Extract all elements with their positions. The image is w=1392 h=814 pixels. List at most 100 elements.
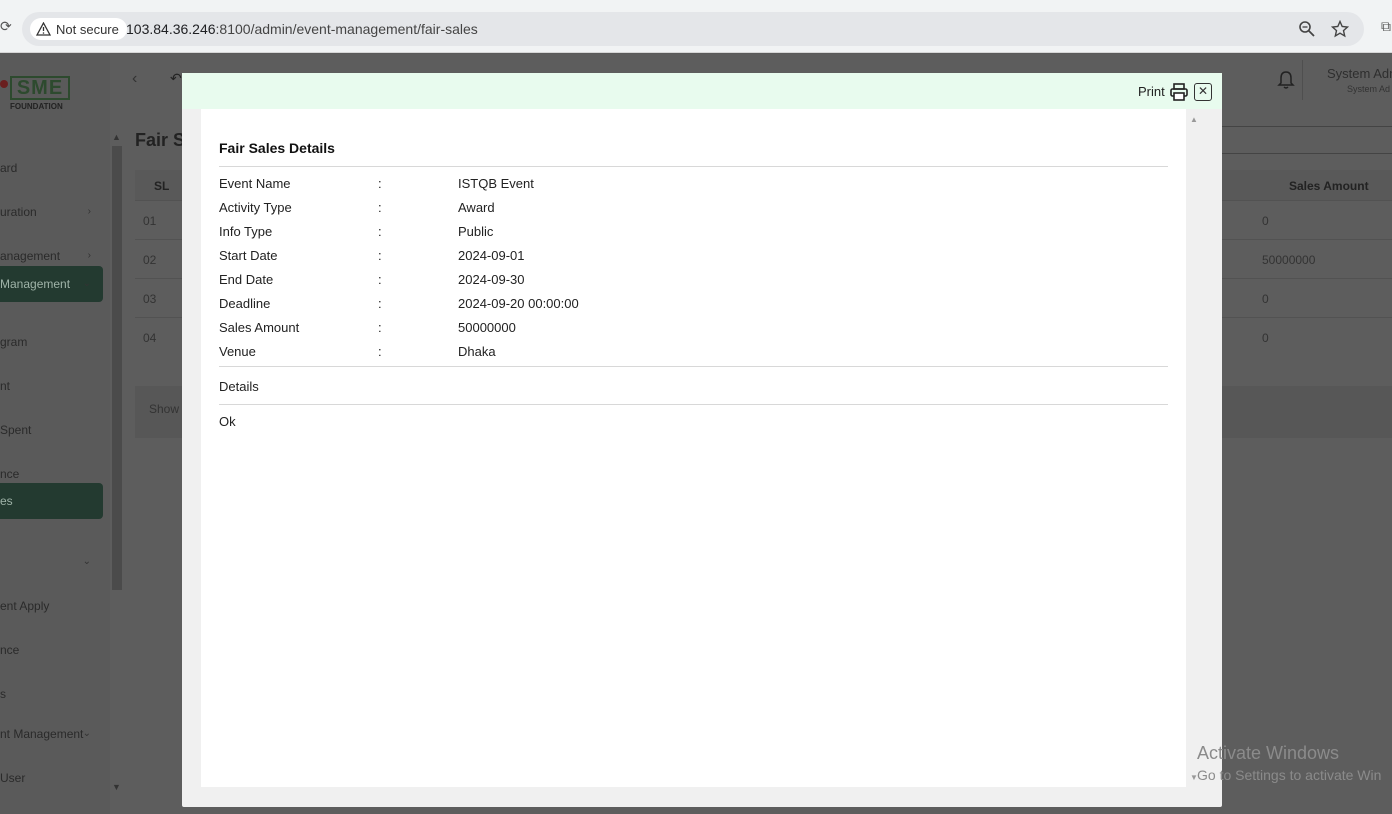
- chevron-icon: ⌄: [82, 278, 91, 289]
- sidebar-item-label: anagement: [0, 249, 61, 263]
- sidebar-item[interactable]: es: [0, 483, 103, 519]
- row-sl: 03: [143, 292, 157, 306]
- details-label: Details: [219, 379, 259, 394]
- detail-colon: :: [378, 272, 382, 287]
- sidebar-item-label: nt Management: [0, 727, 84, 741]
- close-button[interactable]: ✕: [1194, 83, 1212, 101]
- logo-subtitle: FOUNDATION: [10, 102, 63, 111]
- scroll-down-icon[interactable]: ▼: [112, 782, 121, 792]
- user-role: System Ad: [1347, 84, 1391, 94]
- detail-row: Venue: Dhaka: [219, 344, 1168, 368]
- detail-colon: :: [378, 296, 382, 311]
- printer-icon[interactable]: [1169, 82, 1189, 102]
- sidebar-item[interactable]: nt Management ⌄: [0, 716, 103, 752]
- sidebar-item[interactable]: ⌄: [0, 544, 103, 580]
- scroll-up-arrow-icon[interactable]: ▲: [1190, 115, 1198, 124]
- sidebar-item-label: nt: [0, 379, 11, 393]
- detail-label: End Date: [219, 272, 274, 287]
- sidebar-item-label: nce: [0, 643, 20, 657]
- bell-icon[interactable]: [1277, 70, 1295, 90]
- url-host: 103.84.36.246: [126, 21, 216, 37]
- sidebar-item[interactable]: gram: [0, 324, 103, 360]
- row-sales-amount: 0: [1262, 214, 1269, 228]
- print-label[interactable]: Print: [1138, 84, 1165, 99]
- close-icon: ✕: [1197, 84, 1209, 98]
- detail-label: Event Name: [219, 176, 291, 191]
- detail-value: Award: [458, 200, 495, 215]
- bookmark-star-icon[interactable]: [1331, 20, 1349, 38]
- detail-label: Start Date: [219, 248, 278, 263]
- title-divider: [219, 166, 1168, 167]
- zoom-icon[interactable]: [1298, 20, 1316, 38]
- sidebar-item-label: Spent: [0, 423, 32, 437]
- show-label: Show: [149, 402, 180, 416]
- user-menu[interactable]: System Adm System Ad: [1302, 60, 1392, 100]
- search-field[interactable]: [1222, 126, 1392, 154]
- reload-icon[interactable]: ⟳: [0, 18, 12, 35]
- detail-label: Activity Type: [219, 200, 292, 215]
- detail-colon: :: [378, 344, 382, 359]
- sidebar-item[interactable]: s: [0, 676, 103, 712]
- modal-title: Fair Sales Details: [219, 140, 335, 156]
- detail-row: Sales Amount: 50000000: [219, 320, 1168, 344]
- detail-label: Info Type: [219, 224, 273, 239]
- detail-row: Start Date: 2024-09-01: [219, 248, 1168, 272]
- sidebar-item-label: ent Apply: [0, 599, 50, 613]
- modal-header: Print ✕: [182, 73, 1222, 109]
- sidebar-item[interactable]: nce: [0, 632, 103, 668]
- detail-label: Sales Amount: [219, 320, 300, 335]
- fields-divider: [219, 366, 1168, 367]
- security-label: Not secure: [56, 21, 119, 37]
- sidebar-item-label: gram: [0, 335, 28, 349]
- chevron-icon: ›: [87, 206, 91, 217]
- detail-value: ISTQB Event: [458, 176, 534, 191]
- windows-activation-watermark: Activate Windows Go to Settings to activ…: [1197, 743, 1381, 783]
- sidebar-item[interactable]: ent Apply: [0, 588, 103, 624]
- chevron-icon: ⌄: [82, 556, 91, 567]
- detail-label: Venue: [219, 344, 256, 359]
- extensions-icon[interactable]: ⧉: [1381, 18, 1391, 35]
- collapse-chevron-icon[interactable]: ‹: [132, 70, 137, 88]
- logo-mark: SME: [10, 76, 70, 100]
- url-text[interactable]: 103.84.36.246:8100/admin/event-managemen…: [126, 21, 478, 37]
- row-sales-amount: 0: [1262, 331, 1269, 345]
- sidebar-item[interactable]: User: [0, 760, 103, 796]
- user-name: System Adm: [1327, 66, 1392, 81]
- detail-row: Activity Type: Award: [219, 200, 1168, 224]
- detail-value: 2024-09-30: [458, 272, 525, 287]
- sidebar-item-label: uration: [0, 205, 37, 219]
- row-sl: 04: [143, 331, 157, 345]
- header-sales-amount: Sales Amount: [1289, 179, 1369, 193]
- sidebar-scrollbar[interactable]: [112, 146, 122, 590]
- detail-colon: :: [378, 320, 382, 335]
- modal-scrollbar[interactable]: ▲ ▼: [1186, 109, 1204, 787]
- row-sales-amount: 50000000: [1262, 253, 1316, 267]
- security-chip[interactable]: Not secure: [30, 18, 127, 40]
- modal-body: Fair Sales Details Event Name: ISTQB Even…: [201, 109, 1186, 787]
- row-sl: 01: [143, 214, 157, 228]
- sidebar-item[interactable]: uration ›: [0, 194, 103, 230]
- detail-row: Deadline: 2024-09-20 00:00:00: [219, 296, 1168, 320]
- url-path: :8100/admin/event-management/fair-sales: [215, 21, 478, 37]
- page-title: Fair S: [135, 130, 186, 150]
- sidebar-item[interactable]: nt: [0, 368, 103, 404]
- chevron-icon: ⌄: [82, 728, 91, 739]
- ok-button[interactable]: Ok: [219, 414, 236, 429]
- warning-icon: [36, 22, 51, 36]
- detail-row: End Date: 2024-09-30: [219, 272, 1168, 296]
- sidebar-item[interactable]: ard: [0, 150, 103, 186]
- back-icon[interactable]: ↶: [170, 70, 182, 87]
- address-bar[interactable]: Not secure 103.84.36.246:8100/admin/even…: [22, 12, 1364, 46]
- detail-colon: :: [378, 200, 382, 215]
- sidebar-item-label: User: [0, 771, 26, 785]
- detail-value: 2024-09-01: [458, 248, 525, 263]
- watermark-title: Activate Windows: [1197, 743, 1340, 763]
- detail-label: Deadline: [219, 296, 271, 311]
- sidebar-item-label: s: [0, 687, 6, 701]
- detail-value: 50000000: [458, 320, 516, 335]
- watermark-subtitle: Go to Settings to activate Win: [1197, 767, 1382, 783]
- detail-value: Public: [458, 224, 494, 239]
- sidebar-item[interactable]: Spent: [0, 412, 103, 448]
- scroll-up-icon[interactable]: ▲: [112, 132, 121, 142]
- sidebar-item[interactable]: Management ⌄: [0, 266, 103, 302]
